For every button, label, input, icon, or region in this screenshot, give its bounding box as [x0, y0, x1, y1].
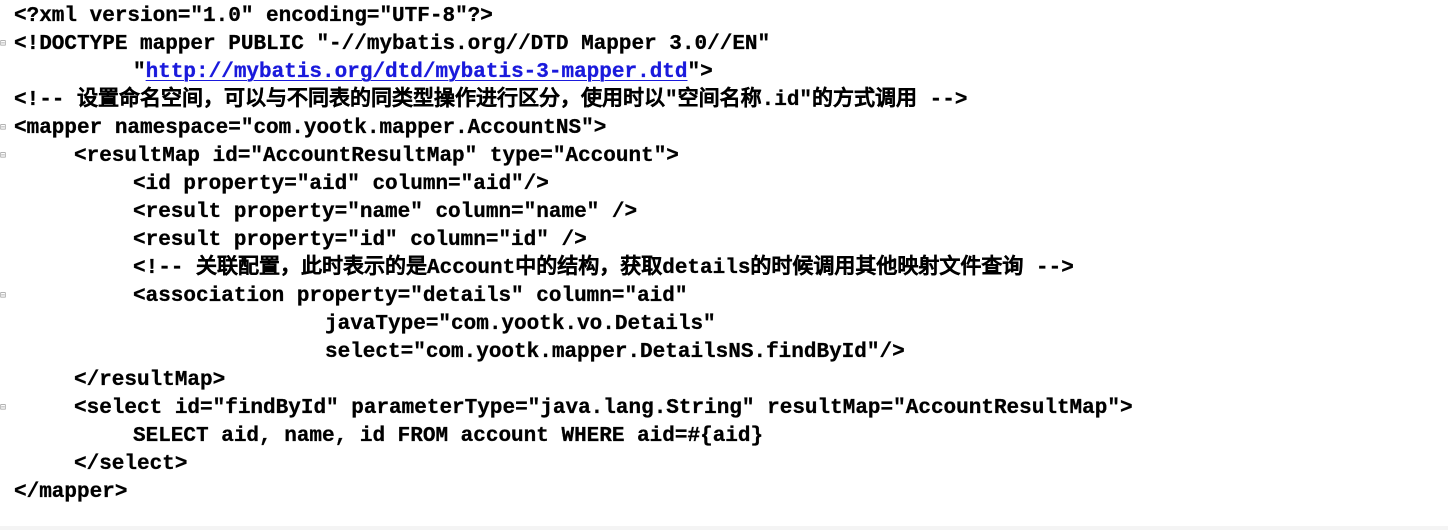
- code-line-7: <id property="aid" column="aid"/>: [0, 171, 1448, 199]
- association-comment: <!-- 关联配置，此时表示的是Account中的结构，获取details的时候…: [133, 257, 1074, 280]
- association-select: select="com.yootk.mapper.DetailsNS.findB…: [325, 341, 905, 364]
- fold-toggle-icon[interactable]: ⊟: [0, 39, 9, 49]
- code-line-18: </mapper>: [0, 479, 1448, 507]
- code-line-2: ⊟ <!DOCTYPE mapper PUBLIC "-//mybatis.or…: [0, 31, 1448, 59]
- sql-statement: SELECT aid, name, id FROM account WHERE …: [133, 425, 764, 448]
- dtd-link[interactable]: http://mybatis.org/dtd/mybatis-3-mapper.…: [145, 61, 687, 84]
- bottom-divider: [0, 526, 1448, 530]
- fold-toggle-icon[interactable]: ⊟: [0, 291, 9, 301]
- association-open-tag: <association property="details" column="…: [133, 285, 688, 308]
- code-line-15: ⊟ <select id="findById" parameterType="j…: [0, 395, 1448, 423]
- code-line-13: select="com.yootk.mapper.DetailsNS.findB…: [0, 339, 1448, 367]
- code-line-14: </resultMap>: [0, 367, 1448, 395]
- dtd-quote-open: ": [133, 61, 146, 84]
- xml-declaration: <?xml version="1.0" encoding="UTF-8"?>: [14, 5, 493, 28]
- mapper-open-tag: <mapper namespace="com.yootk.mapper.Acco…: [14, 117, 607, 140]
- resultmap-close-tag: </resultMap>: [74, 369, 226, 392]
- result-id-mapping: <result property="id" column="id" />: [133, 229, 587, 252]
- result-name-mapping: <result property="name" column="name" />: [133, 201, 638, 224]
- code-line-3: "http://mybatis.org/dtd/mybatis-3-mapper…: [0, 59, 1448, 87]
- code-line-11: ⊟ <association property="details" column…: [0, 283, 1448, 311]
- fold-toggle-icon[interactable]: ⊟: [0, 151, 9, 161]
- fold-toggle-icon[interactable]: ⊟: [0, 403, 9, 413]
- code-line-16: SELECT aid, name, id FROM account WHERE …: [0, 423, 1448, 451]
- code-line-5: ⊟ <mapper namespace="com.yootk.mapper.Ac…: [0, 115, 1448, 143]
- doctype-declaration: <!DOCTYPE mapper PUBLIC "-//mybatis.org/…: [14, 33, 771, 56]
- code-line-17: </select>: [0, 451, 1448, 479]
- code-line-4: <!-- 设置命名空间，可以与不同表的同类型操作进行区分，使用时以"空间名称.i…: [0, 87, 1448, 115]
- resultmap-open-tag: <resultMap id="AccountResultMap" type="A…: [74, 145, 679, 168]
- id-mapping: <id property="aid" column="aid"/>: [133, 173, 549, 196]
- code-line-9: <result property="id" column="id" />: [0, 227, 1448, 255]
- fold-toggle-icon[interactable]: ⊟: [0, 123, 9, 133]
- code-line-12: javaType="com.yootk.vo.Details": [0, 311, 1448, 339]
- code-line-8: <result property="name" column="name" />: [0, 199, 1448, 227]
- association-javatype: javaType="com.yootk.vo.Details": [325, 313, 716, 336]
- dtd-quote-close: ">: [687, 61, 713, 84]
- select-close-tag: </select>: [74, 453, 188, 476]
- namespace-comment: <!-- 设置命名空间，可以与不同表的同类型操作进行区分，使用时以"空间名称.i…: [14, 89, 968, 112]
- mapper-close-tag: </mapper>: [14, 481, 128, 504]
- dtd-url-line: "http://mybatis.org/dtd/mybatis-3-mapper…: [133, 59, 713, 87]
- code-line-10: <!-- 关联配置，此时表示的是Account中的结构，获取details的时候…: [0, 255, 1448, 283]
- code-line-6: ⊟ <resultMap id="AccountResultMap" type=…: [0, 143, 1448, 171]
- code-line-1: <?xml version="1.0" encoding="UTF-8"?>: [0, 3, 1448, 31]
- code-editor[interactable]: <?xml version="1.0" encoding="UTF-8"?> ⊟…: [0, 0, 1448, 530]
- select-open-tag: <select id="findById" parameterType="jav…: [74, 397, 1133, 420]
